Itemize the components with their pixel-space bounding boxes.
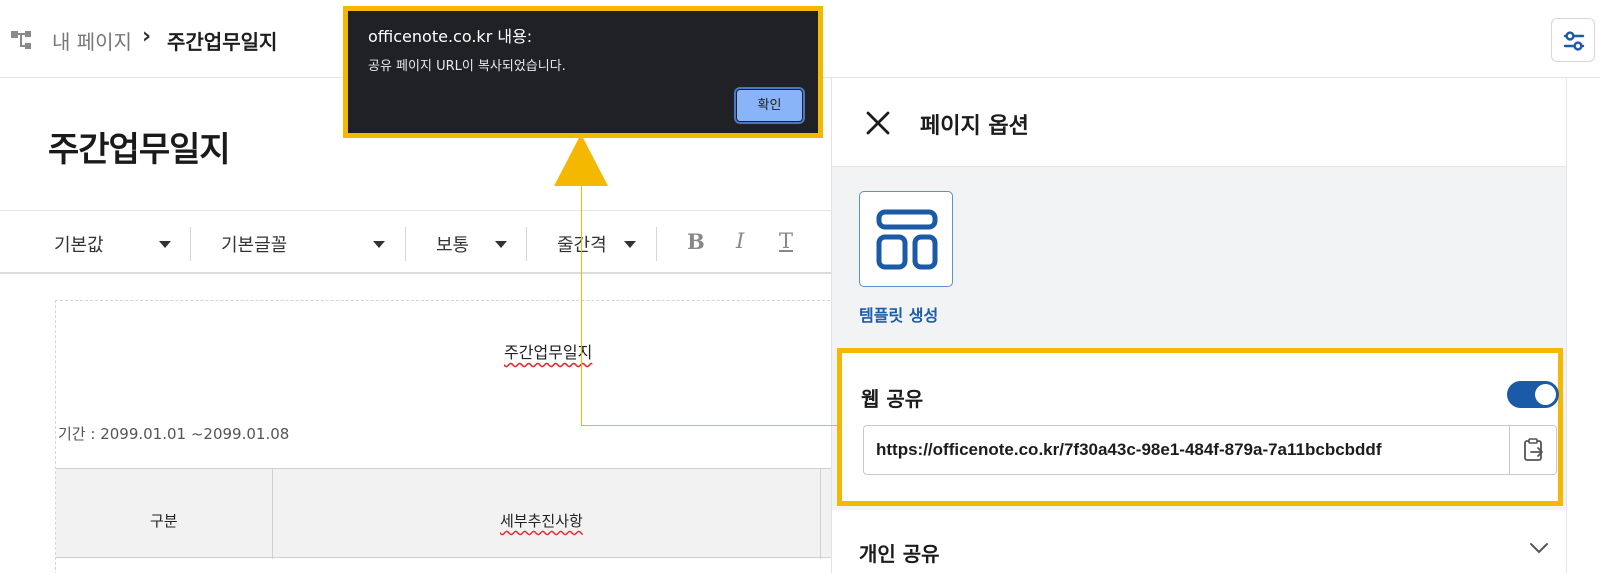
table-header-row: 구분 세부추진사항 <box>56 468 846 559</box>
panel-header: 페이지 옵션 <box>832 78 1567 167</box>
personal-share-section[interactable]: 개인 공유 <box>832 510 1567 573</box>
style-select[interactable]: 기본값 <box>54 231 104 257</box>
table-header-category[interactable]: 구분 <box>150 510 178 531</box>
toolbar-divider <box>656 227 657 261</box>
style-select-caret-icon[interactable] <box>159 241 171 248</box>
toolbar-divider <box>190 227 191 261</box>
table-header-details[interactable]: 세부추진사항 <box>500 510 583 531</box>
line-spacing-caret-icon[interactable] <box>624 241 636 248</box>
copy-url-button[interactable] <box>1509 426 1557 474</box>
size-select-caret-icon[interactable] <box>495 241 507 248</box>
alert-ok-button[interactable]: 확인 <box>734 87 805 124</box>
breadcrumb-parent-link[interactable]: 내 페이지 <box>52 26 132 55</box>
create-template-button[interactable] <box>859 191 953 287</box>
document-heading[interactable]: 주간업무일지 <box>504 339 592 363</box>
web-share-toggle[interactable] <box>1507 381 1559 408</box>
table-column-divider <box>820 469 821 559</box>
breadcrumb-current: 주간업무일지 <box>167 30 278 54</box>
font-select[interactable]: 기본글꼴 <box>221 231 287 257</box>
annotation-connector-line <box>581 186 582 426</box>
template-layout-icon <box>876 209 938 270</box>
editor-toolbar: 기본값 기본글꼴 보통 줄간격 B I T <box>0 210 848 274</box>
browser-alert-dialog: officenote.co.kr 내용: 공유 페이지 URL이 복사되었습니다… <box>343 6 823 138</box>
table-column-divider <box>272 469 273 559</box>
font-select-caret-icon[interactable] <box>373 241 385 248</box>
web-share-title: 웹 공유 <box>861 387 924 411</box>
breadcrumb-separator: › <box>142 24 152 49</box>
bold-button[interactable]: B <box>687 229 705 254</box>
page-options-button[interactable] <box>1551 18 1595 62</box>
create-template-label[interactable]: 템플릿 생성 <box>859 302 938 326</box>
page-tree-icon[interactable] <box>10 29 36 53</box>
page-title: 주간업무일지 <box>48 130 231 170</box>
web-share-section: 웹 공유 https://officenote.co.kr/7f30a43c-9… <box>837 348 1563 506</box>
alert-message: 공유 페이지 URL이 복사되었습니다. <box>368 59 566 74</box>
annotation-connector-line <box>581 425 837 426</box>
share-url-text[interactable]: https://officenote.co.kr/7f30a43c-98e1-4… <box>876 440 1381 460</box>
share-url-field[interactable]: https://officenote.co.kr/7f30a43c-98e1-4… <box>863 425 1557 475</box>
panel-title: 페이지 옵션 <box>920 114 1029 139</box>
document-canvas[interactable]: 주간업무일지 기간 : 2099.01.01 ~2099.01.08 구분 세부… <box>55 300 846 573</box>
close-icon[interactable] <box>865 110 891 136</box>
sliders-icon <box>1563 31 1585 51</box>
page-options-panel: 페이지 옵션 템플릿 생성 웹 공유 https://officenote.co… <box>831 78 1567 573</box>
personal-share-title: 개인 공유 <box>859 542 940 566</box>
toggle-knob <box>1535 384 1556 405</box>
toolbar-divider <box>405 227 406 261</box>
italic-button[interactable]: I <box>736 229 744 253</box>
annotation-arrow-icon <box>554 134 608 186</box>
text-style-button[interactable]: T <box>779 229 793 253</box>
chevron-down-icon[interactable] <box>1529 542 1549 554</box>
window-right-edge <box>1566 78 1600 573</box>
document-period[interactable]: 기간 : 2099.01.01 ~2099.01.08 <box>58 423 289 444</box>
clipboard-icon <box>1524 438 1543 461</box>
app-window: 내 페이지 › 주간업무일지 주간업무일지 기본값 기본글꼴 보통 줄간격 B … <box>0 0 1600 573</box>
alert-origin: officenote.co.kr 내용: <box>368 27 533 46</box>
size-select[interactable]: 보통 <box>436 231 469 257</box>
toolbar-divider <box>526 227 527 261</box>
